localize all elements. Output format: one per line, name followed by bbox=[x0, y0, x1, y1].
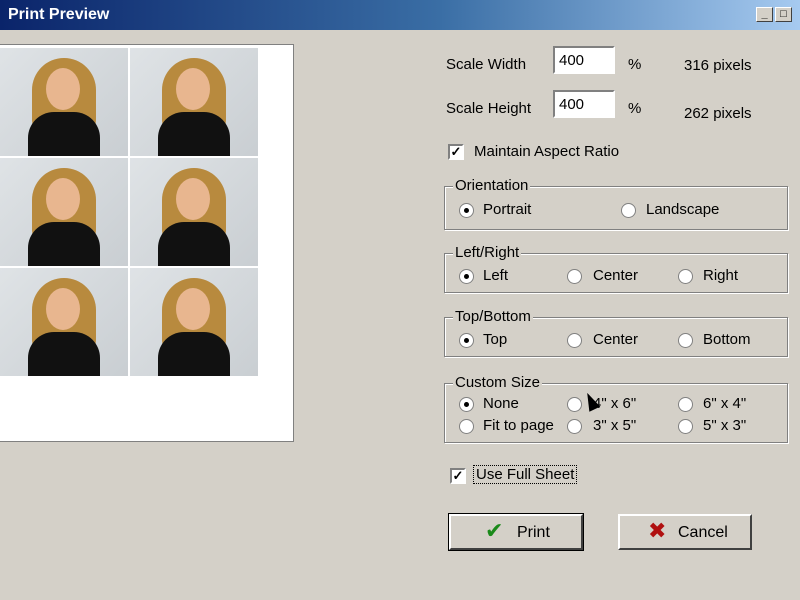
size-4x6-radio[interactable] bbox=[567, 397, 582, 412]
top-bottom-legend: Top/Bottom bbox=[453, 308, 533, 325]
cancel-button[interactable]: ✖ Cancel bbox=[618, 514, 752, 550]
orientation-group: Orientation Portrait Landscape bbox=[444, 177, 788, 230]
top-label: Top bbox=[483, 331, 508, 348]
portrait-photo bbox=[130, 268, 258, 376]
size-5x3-radio[interactable] bbox=[678, 419, 693, 434]
title-bar: Print Preview _ □ bbox=[0, 0, 800, 30]
window-title: Print Preview bbox=[8, 6, 110, 23]
scale-width-pixels: 316 pixels bbox=[684, 57, 752, 74]
scale-width-label: Scale Width bbox=[446, 56, 527, 73]
portrait-photo bbox=[0, 158, 128, 266]
print-preview-page bbox=[0, 44, 294, 442]
orientation-portrait-radio[interactable] bbox=[459, 203, 474, 218]
portrait-photo bbox=[0, 268, 128, 376]
custom-size-legend: Custom Size bbox=[453, 374, 543, 391]
bottom-label: Bottom bbox=[703, 331, 751, 348]
size-6x4-radio[interactable] bbox=[678, 397, 693, 412]
size-none-label: None bbox=[483, 395, 519, 412]
orientation-legend: Orientation bbox=[453, 177, 531, 194]
size-fit-label: Fit to page bbox=[483, 417, 554, 434]
left-radio[interactable] bbox=[459, 269, 474, 284]
top-bottom-group: Top/Bottom Top Center Bottom bbox=[444, 308, 788, 357]
scale-width-input[interactable] bbox=[553, 46, 615, 74]
print-button-label: Print bbox=[517, 524, 550, 541]
maximize-button[interactable]: □ bbox=[775, 7, 792, 22]
scale-width-unit: % bbox=[628, 56, 642, 73]
horizontal-center-radio[interactable] bbox=[567, 269, 582, 284]
portrait-photo bbox=[0, 48, 128, 156]
scale-height-unit: % bbox=[628, 100, 642, 117]
bottom-radio[interactable] bbox=[678, 333, 693, 348]
size-6x4-label: 6" x 4" bbox=[703, 395, 747, 412]
portrait-photo bbox=[130, 48, 258, 156]
minimize-button[interactable]: _ bbox=[756, 7, 773, 22]
orientation-landscape-radio[interactable] bbox=[621, 203, 636, 218]
size-3x5-label: 3" x 5" bbox=[593, 417, 637, 434]
checkmark-icon: ✔ bbox=[485, 518, 504, 543]
horizontal-center-label: Center bbox=[593, 267, 639, 284]
print-button[interactable]: ✔ Print bbox=[448, 513, 584, 551]
top-radio[interactable] bbox=[459, 333, 474, 348]
orientation-landscape-label: Landscape bbox=[646, 201, 720, 218]
right-radio[interactable] bbox=[678, 269, 693, 284]
size-none-radio[interactable] bbox=[459, 397, 474, 412]
cancel-x-icon: ✖ bbox=[648, 518, 667, 543]
scale-height-label: Scale Height bbox=[446, 100, 532, 117]
scale-height-pixels: 262 pixels bbox=[684, 105, 752, 122]
cancel-button-label: Cancel bbox=[678, 524, 728, 541]
custom-size-group: Custom Size None 4" x 6" 6" x 4" Fit to … bbox=[444, 374, 788, 443]
left-right-group: Left/Right Left Center Right bbox=[444, 244, 788, 293]
left-label: Left bbox=[483, 267, 509, 284]
use-full-sheet-label: Use Full Sheet bbox=[472, 465, 578, 484]
size-4x6-label: 4" x 6" bbox=[593, 395, 637, 412]
right-label: Right bbox=[703, 267, 739, 284]
vertical-center-label: Center bbox=[593, 331, 639, 348]
scale-height-input[interactable] bbox=[553, 90, 615, 118]
size-5x3-label: 5" x 3" bbox=[703, 417, 747, 434]
vertical-center-radio[interactable] bbox=[567, 333, 582, 348]
portrait-photo bbox=[130, 158, 258, 266]
size-3x5-radio[interactable] bbox=[567, 419, 582, 434]
maintain-aspect-checkbox[interactable]: ✓ bbox=[448, 144, 464, 160]
orientation-portrait-label: Portrait bbox=[483, 201, 532, 218]
left-right-legend: Left/Right bbox=[453, 244, 522, 261]
use-full-sheet-checkbox[interactable]: ✓ bbox=[450, 468, 466, 484]
size-fit-radio[interactable] bbox=[459, 419, 474, 434]
maintain-aspect-label: Maintain Aspect Ratio bbox=[474, 143, 620, 160]
